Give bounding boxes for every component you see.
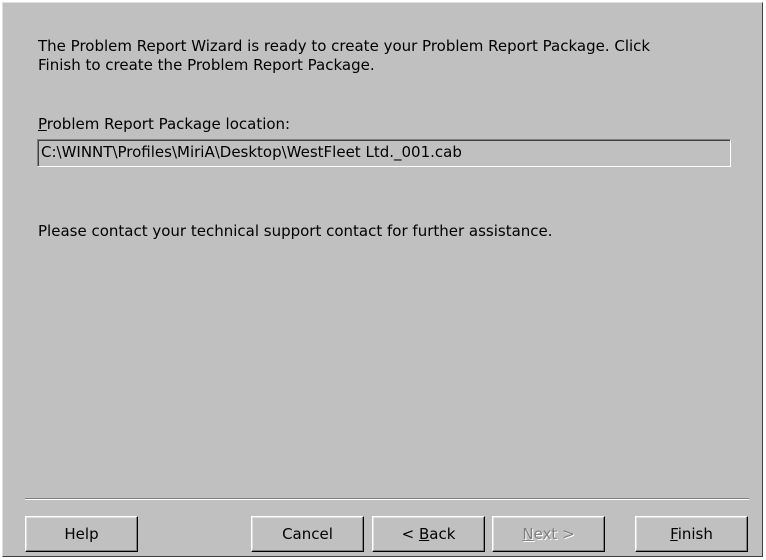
contact-text: Please contact your technical support co…: [38, 222, 553, 240]
intro-text: The Problem Report Wizard is ready to cr…: [38, 37, 650, 75]
wizard-dialog: The Problem Report Wizard is ready to cr…: [0, 0, 766, 560]
help-button-label: Help: [64, 525, 99, 543]
finish-button[interactable]: Finish: [635, 516, 748, 552]
next-accel: N: [522, 525, 534, 543]
next-button-label: Next >: [522, 525, 574, 543]
back-button-label: < Back: [402, 525, 456, 543]
finish-rest: inish: [677, 525, 713, 543]
separator: [25, 498, 749, 500]
wizard-panel: The Problem Report Wizard is ready to cr…: [2, 2, 763, 557]
intro-line-2: Finish to create the Problem Report Pack…: [38, 56, 375, 74]
next-button[interactable]: Next >: [492, 516, 605, 552]
location-field[interactable]: C:\WINNT\Profiles\MiriA\Desktop\WestFlee…: [37, 139, 731, 167]
finish-button-label: Finish: [670, 525, 713, 543]
back-rest: ack: [429, 525, 456, 543]
next-rest: ext >: [533, 525, 575, 543]
location-label: Problem Report Package location:: [38, 115, 290, 134]
cancel-button-label: Cancel: [282, 525, 333, 543]
back-button[interactable]: < Back: [372, 516, 485, 552]
back-accel: B: [418, 525, 430, 543]
location-label-accel: P: [38, 115, 47, 133]
location-label-rest: roblem Report Package location:: [46, 115, 291, 133]
help-button[interactable]: Help: [25, 516, 138, 552]
back-prefix: <: [401, 525, 419, 543]
finish-accel: F: [670, 525, 678, 543]
intro-line-1: The Problem Report Wizard is ready to cr…: [38, 37, 651, 55]
cancel-button[interactable]: Cancel: [251, 516, 364, 552]
